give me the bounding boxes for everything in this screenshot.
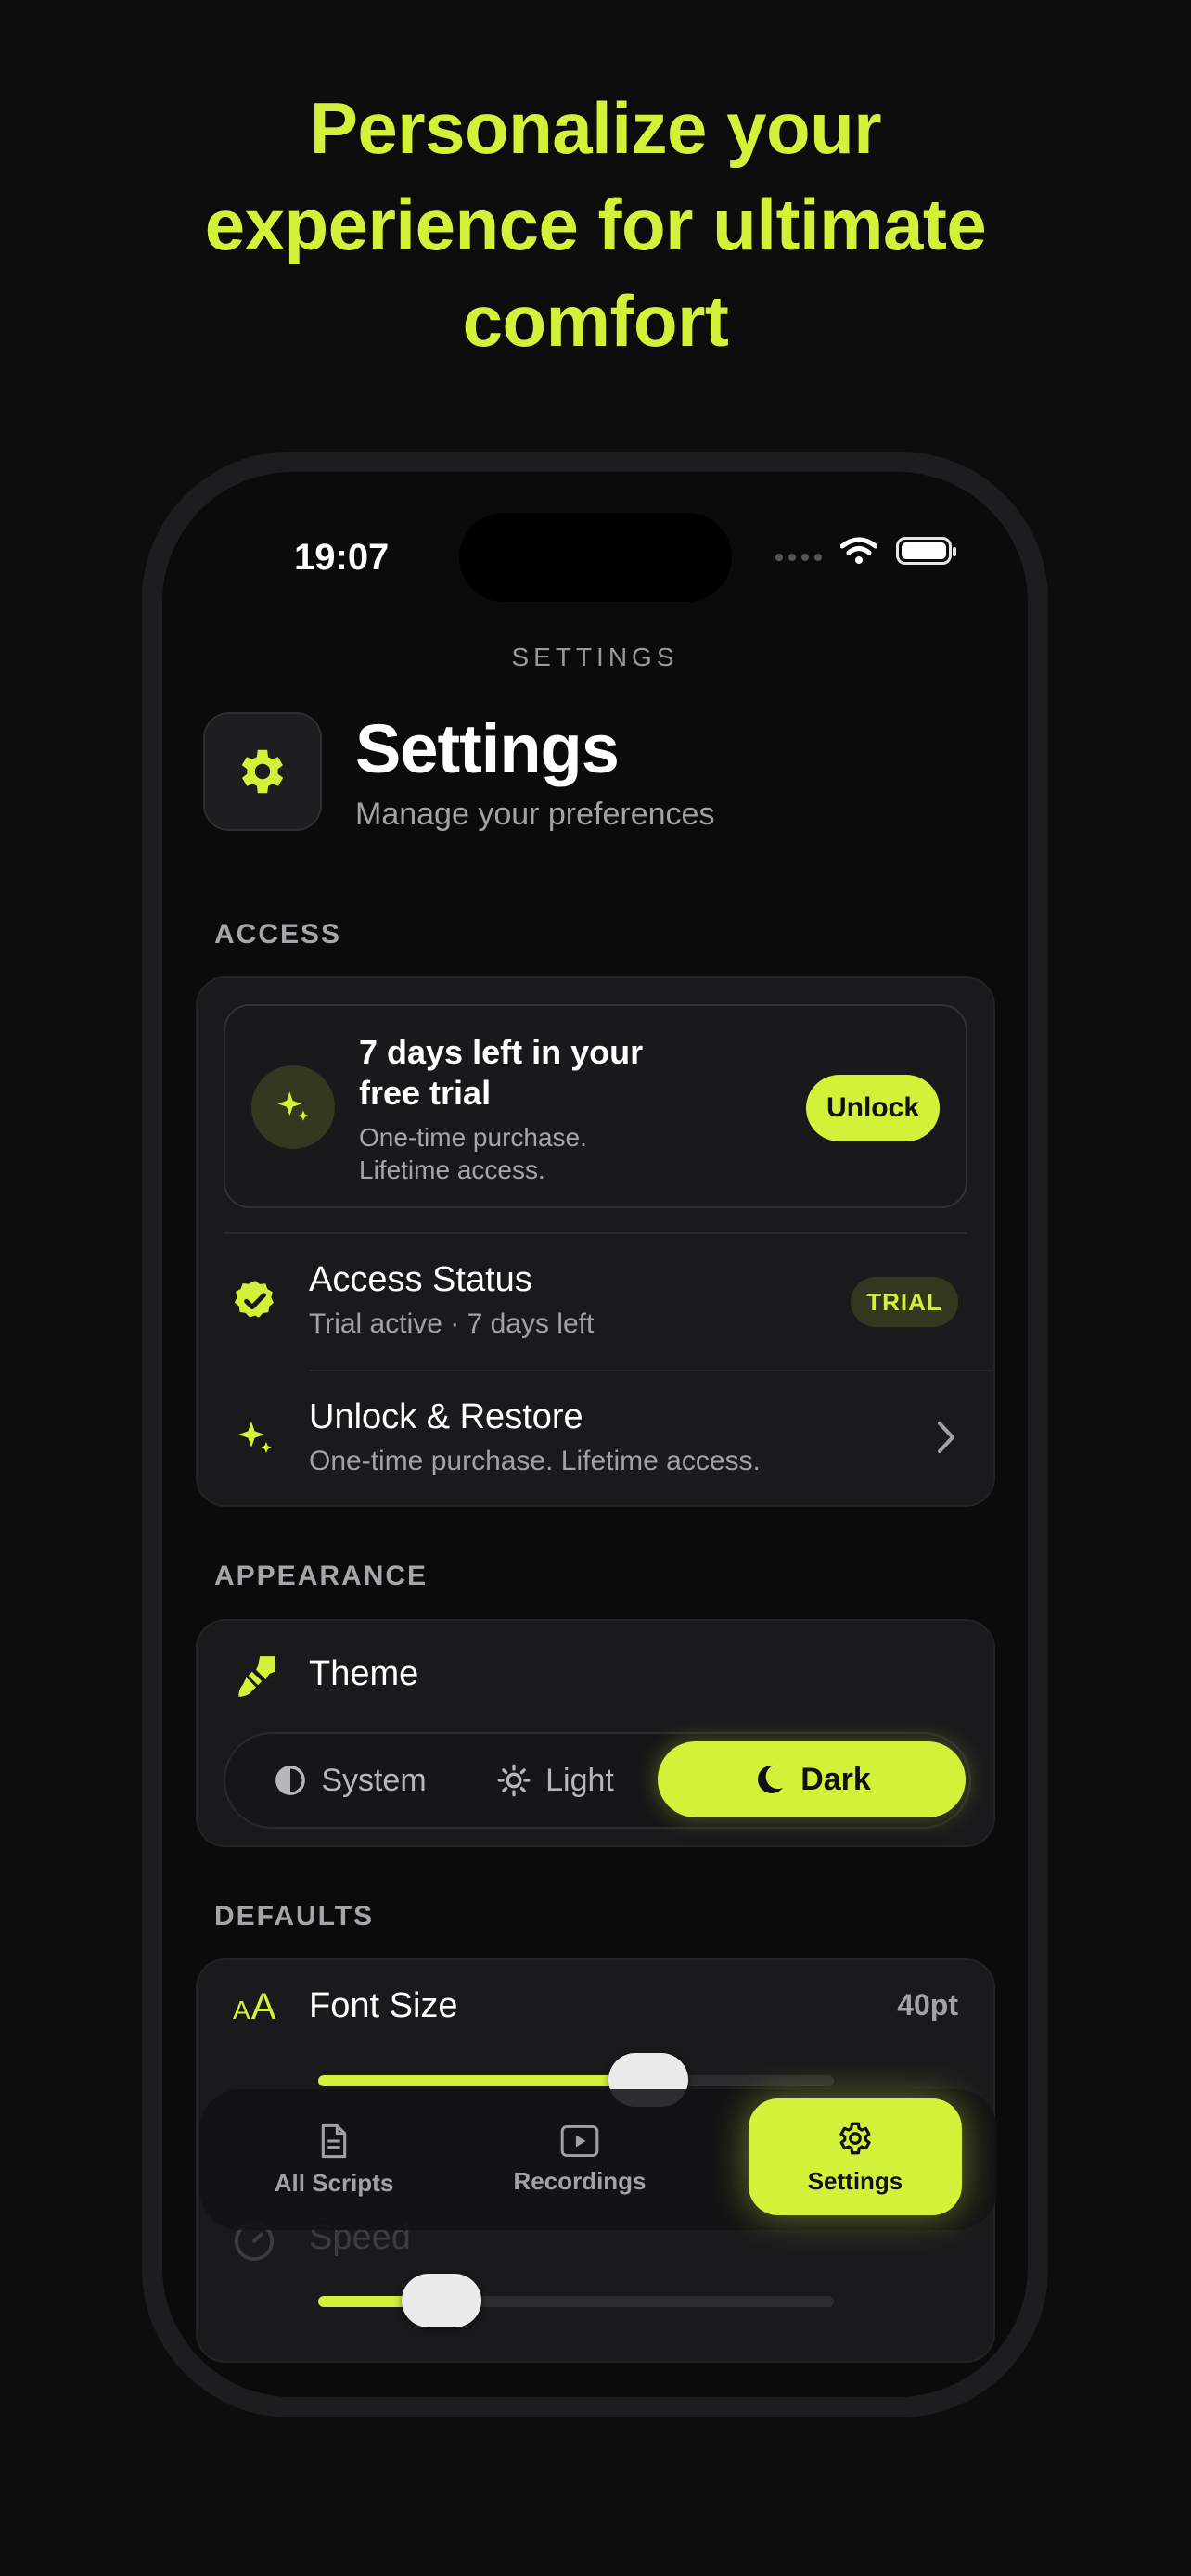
sun-icon <box>497 1764 531 1797</box>
cellular-signal-icon <box>775 554 822 561</box>
status-badge: TRIAL <box>851 1277 958 1327</box>
tab-bar: All Scripts Recordings Settings <box>199 2089 997 2230</box>
dynamic-island <box>459 513 732 602</box>
status-icons <box>775 537 956 565</box>
nav-caption: SETTINGS <box>511 643 679 671</box>
tab-settings[interactable]: Settings <box>749 2098 962 2215</box>
phone-frame: 19:07 SETTINGS Settings Manage your pref… <box>142 452 1048 2417</box>
verified-badge-icon <box>231 1277 279 1325</box>
unlock-restore-subtitle: One-time purchase. Lifetime access. <box>309 1446 761 1476</box>
page-title: Settings <box>355 710 620 787</box>
font-size-title: Font Size <box>309 1986 458 2025</box>
tab-recordings[interactable]: Recordings <box>482 2089 677 2230</box>
battery-icon <box>896 537 956 565</box>
sparkle-icon <box>231 1414 279 1462</box>
chevron-right-icon <box>938 1422 954 1453</box>
access-status-title: Access Status <box>309 1260 532 1299</box>
trial-title: 7 days left in your free trial <box>359 1033 644 1112</box>
gear-icon <box>241 749 284 794</box>
font-size-slider[interactable] <box>318 2053 834 2107</box>
speed-slider[interactable] <box>318 2274 834 2327</box>
section-label-appearance: APPEARANCE <box>214 1561 429 1591</box>
gear-icon <box>839 2122 871 2154</box>
sparkle-icon <box>277 1091 309 1121</box>
theme-segmented-control: System Light Dark <box>224 1732 971 1829</box>
unlock-button[interactable]: Unlock <box>806 1075 940 1141</box>
access-card: 7 days left in your free trial One-time … <box>196 976 995 1507</box>
access-status-row: Access Status Trial active · 7 days left… <box>198 1234 993 1370</box>
status-time: 19:07 <box>294 537 390 578</box>
theme-option-system[interactable]: System <box>244 1734 457 1827</box>
theme-option-label: Dark <box>800 1761 871 1797</box>
play-icon <box>560 2124 599 2157</box>
theme-option-dark[interactable]: Dark <box>658 1741 966 1817</box>
theme-label: Theme <box>309 1654 419 1693</box>
document-icon <box>321 2123 347 2158</box>
settings-header-icon <box>203 712 322 831</box>
theme-option-label: System <box>321 1762 427 1798</box>
trial-banner: 7 days left in your free trial One-time … <box>224 1004 967 1208</box>
tab-all-scripts[interactable]: All Scripts <box>237 2089 431 2230</box>
font-size-icon: AA <box>233 1986 277 2027</box>
marketing-headline: Personalize your experience for ultimate… <box>204 87 987 362</box>
moon-icon <box>758 1765 784 1793</box>
wifi-icon <box>840 537 877 564</box>
unlock-restore-row[interactable]: Unlock & Restore One-time purchase. Life… <box>198 1371 993 1507</box>
tab-label: Recordings <box>513 2166 647 2195</box>
slider-fill <box>318 2075 648 2086</box>
half-circle-icon <box>275 1766 306 1795</box>
tab-label: All Scripts <box>274 2168 394 2197</box>
page-subtitle: Manage your preferences <box>355 797 715 832</box>
access-status-subtitle: Trial active · 7 days left <box>309 1308 595 1339</box>
font-size-value: 40pt <box>897 1988 958 2021</box>
section-label-access: ACCESS <box>214 919 342 950</box>
slider-thumb[interactable] <box>402 2274 482 2327</box>
paintbrush-icon <box>238 1656 275 1697</box>
trial-subtitle: One-time purchase. Lifetime access. <box>359 1123 587 1184</box>
unlock-restore-title: Unlock & Restore <box>309 1397 583 1436</box>
theme-option-light[interactable]: Light <box>472 1734 639 1827</box>
phone-screen: 19:07 SETTINGS Settings Manage your pref… <box>162 472 1028 2397</box>
sparkle-badge <box>251 1065 335 1149</box>
section-label-defaults: DEFAULTS <box>214 1901 375 1932</box>
appearance-card: Theme System Light Dark <box>196 1619 995 1847</box>
theme-option-label: Light <box>545 1762 614 1798</box>
tab-label: Settings <box>807 2166 903 2195</box>
